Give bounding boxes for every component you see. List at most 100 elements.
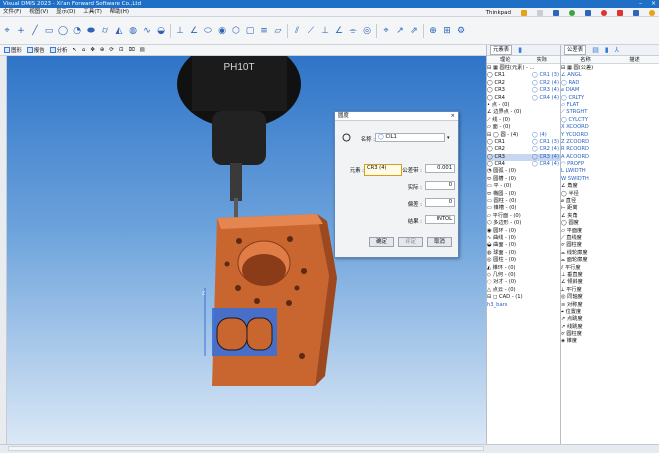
document-icon[interactable] bbox=[537, 9, 543, 16]
sphere-icon[interactable]: ◍ bbox=[128, 26, 138, 36]
element-row[interactable]: ◯ CR2 ◯ CR2 (4) bbox=[487, 80, 560, 87]
perpendicular-icon[interactable]: ⊥ bbox=[320, 26, 330, 36]
menu-help[interactable]: 帮助(H) bbox=[107, 8, 132, 17]
save-icon[interactable] bbox=[553, 9, 559, 16]
lock-icon[interactable] bbox=[521, 9, 527, 16]
ellipse-icon[interactable]: ⬬ bbox=[86, 26, 96, 36]
cancel-button[interactable]: 取消 bbox=[427, 237, 452, 247]
rotate-icon[interactable]: ⟳ bbox=[109, 47, 114, 53]
cylinder-icon[interactable]: ⌭ bbox=[100, 26, 110, 36]
element-row[interactable]: ◉ 圆环 - (0) bbox=[487, 228, 560, 235]
record-icon[interactable] bbox=[617, 9, 623, 16]
box-icon[interactable]: ▢ bbox=[245, 26, 255, 36]
tolerance-row[interactable]: ⌭ 圆柱度 bbox=[561, 242, 659, 249]
element-row[interactable]: ◔ 圆弧 - (0) bbox=[487, 168, 560, 175]
tolerance-row[interactable]: ∠ 倾斜度 bbox=[561, 279, 659, 286]
element-row[interactable]: h3_bars bbox=[487, 302, 560, 309]
menu-display[interactable]: 显示(D) bbox=[53, 8, 79, 17]
total-runout-icon[interactable]: ⇗ bbox=[409, 26, 419, 36]
tolerance-row[interactable]: ⊟ ▦ 圆(公差) bbox=[561, 65, 659, 72]
element-row[interactable]: ◯ CR2 ◯ CR2 (4) bbox=[487, 146, 560, 153]
graphics-viewport[interactable]: PH10T Z 圆度 × 名称 : ◯ CIL1 ▾ 元素 : CR3 (4) … bbox=[7, 56, 486, 444]
element-row[interactable]: ⬡ 多边形 - (0) bbox=[487, 220, 560, 227]
element-row[interactable]: ◯ CR4 ◯ CR4 (4) bbox=[487, 95, 560, 102]
circle-icon[interactable]: ◯ bbox=[58, 26, 68, 36]
tolerance-row[interactable]: L LWIDTH bbox=[561, 168, 659, 175]
tolerance-field[interactable]: 0.001 bbox=[425, 164, 455, 173]
tolerance-row[interactable]: ∠ 角度 bbox=[561, 183, 659, 190]
element-row[interactable]: ◯ CR1 ◯ CR1 (3) bbox=[487, 72, 560, 79]
tolerance-list-icon[interactable]: ▤ bbox=[592, 46, 599, 54]
symmetry-tol-icon[interactable]: ⌯ bbox=[348, 26, 358, 36]
minimize-button[interactable]: – bbox=[639, 0, 642, 8]
fit-icon[interactable]: ⊡ bbox=[119, 47, 124, 53]
element-row[interactable]: ◯ CR1 ◯ CR1 (3) bbox=[487, 139, 560, 146]
line-icon[interactable]: ╱ bbox=[30, 26, 40, 36]
evaluate-button[interactable]: 评定 bbox=[398, 237, 423, 247]
home-view-icon[interactable]: ⌂ bbox=[82, 47, 85, 53]
element-row[interactable]: ⊟ ◻ CAD - (1) bbox=[487, 294, 560, 301]
settings-icon[interactable] bbox=[633, 9, 639, 16]
panel-pin-icon[interactable]: ▮ bbox=[518, 46, 522, 54]
tolerance-pin-icon[interactable]: ▮ bbox=[605, 46, 609, 54]
distance-icon[interactable]: ⊥ bbox=[175, 26, 185, 36]
select-tool[interactable]: ↖ bbox=[72, 47, 77, 53]
element-row[interactable]: ▭ 锥槽 - (0) bbox=[487, 205, 560, 212]
element-row[interactable]: ∠ 边界点 - (0) bbox=[487, 109, 560, 116]
parallel-icon[interactable]: ⫽ bbox=[292, 26, 302, 36]
tolerance-row[interactable]: ⟂ 平行度 bbox=[561, 287, 659, 294]
tab-graphics[interactable]: 图形 bbox=[4, 46, 22, 54]
element-row[interactable]: ◯ CR3 ◯ CR3 (4) bbox=[487, 87, 560, 94]
element-row[interactable]: ◯ CR3 ◯ CR3 (4) bbox=[487, 153, 560, 162]
point-icon[interactable]: + bbox=[16, 26, 26, 36]
tolerance-row[interactable]: ◯ 半径 bbox=[561, 191, 659, 198]
stop-icon[interactable] bbox=[601, 9, 607, 16]
tolerance-row[interactable]: ∠ ANGL bbox=[561, 72, 659, 79]
flatness-icon[interactable]: ▱ bbox=[273, 26, 283, 36]
element-row[interactable]: ◌ 对才 - (0) bbox=[487, 279, 560, 286]
tolerance-row[interactable]: ⟋ STRGHT bbox=[561, 109, 659, 116]
tolerance-row[interactable]: ▱ FLAT bbox=[561, 102, 659, 109]
pan-icon[interactable]: ✥ bbox=[90, 47, 95, 53]
element-row[interactable]: ▱ 面 - (0) bbox=[487, 124, 560, 131]
tolerance-row[interactable]: ◯ CRLTY bbox=[561, 95, 659, 102]
tolerance-row[interactable]: ◎ 同轴度 bbox=[561, 294, 659, 301]
tools-icon[interactable]: ⚙ bbox=[456, 26, 466, 36]
report-icon[interactable]: ⊕ bbox=[428, 26, 438, 36]
symmetry-icon[interactable]: ≡ bbox=[259, 26, 269, 36]
tolerance-row[interactable]: ↗ 点跳度 bbox=[561, 316, 659, 323]
dialog-close-icon[interactable]: × bbox=[450, 112, 455, 121]
element-row[interactable]: ⊟ ◯ 圆 - (4) ◯ (4) bbox=[487, 132, 560, 139]
angularity-icon[interactable]: ∠ bbox=[334, 26, 344, 36]
tolerance-row[interactable]: A ACOORD bbox=[561, 154, 659, 161]
elements-panel-tab[interactable]: 元素表 bbox=[490, 45, 513, 55]
help-icon[interactable] bbox=[649, 9, 655, 16]
arc-icon[interactable]: ◔ bbox=[72, 26, 82, 36]
tolerance-row[interactable]: ⊢ 距离 bbox=[561, 205, 659, 212]
tolerance-panel-tab[interactable]: 公差表 bbox=[564, 45, 587, 55]
element-row[interactable]: △ 点云 - (0) bbox=[487, 287, 560, 294]
status-icon[interactable] bbox=[569, 9, 575, 16]
tolerance-row[interactable]: R RCOORD bbox=[561, 146, 659, 153]
angle-icon[interactable]: ∠ bbox=[189, 26, 199, 36]
tolerance-row[interactable]: ◠ PROFP bbox=[561, 161, 659, 168]
curve-icon[interactable]: ∿ bbox=[142, 26, 152, 36]
element-row[interactable]: ⬭ 椭圆 - (0) bbox=[487, 191, 560, 198]
element-row[interactable]: ◭ 锥环 - (0) bbox=[487, 265, 560, 272]
element-row[interactable]: ▭ 平 - (0) bbox=[487, 183, 560, 190]
layers-icon[interactable]: ▤ bbox=[140, 47, 145, 53]
ok-button[interactable]: 确定 bbox=[369, 237, 394, 247]
element-row[interactable]: ⊟ ▦ 圆柱(元素) - ... bbox=[487, 65, 560, 72]
runout-icon[interactable]: ↗ bbox=[395, 26, 405, 36]
tab-analysis[interactable]: 分析 bbox=[49, 46, 67, 54]
zoom-icon[interactable]: ⊕ bbox=[100, 47, 105, 53]
element-row[interactable]: ◒ 曲面 - (0) bbox=[487, 242, 560, 249]
print-icon[interactable] bbox=[585, 9, 591, 16]
plane-icon[interactable]: ▭ bbox=[44, 26, 54, 36]
menu-tools[interactable]: 工具(T) bbox=[80, 8, 105, 17]
position-icon[interactable]: ⌖ bbox=[381, 26, 391, 36]
tolerance-row[interactable]: Z ZCOORD bbox=[561, 139, 659, 146]
cad-icon[interactable]: ⌧ bbox=[128, 47, 134, 53]
slot-icon[interactable]: ⬭ bbox=[203, 26, 213, 36]
tolerance-row[interactable]: ▱ 平面度 bbox=[561, 228, 659, 235]
